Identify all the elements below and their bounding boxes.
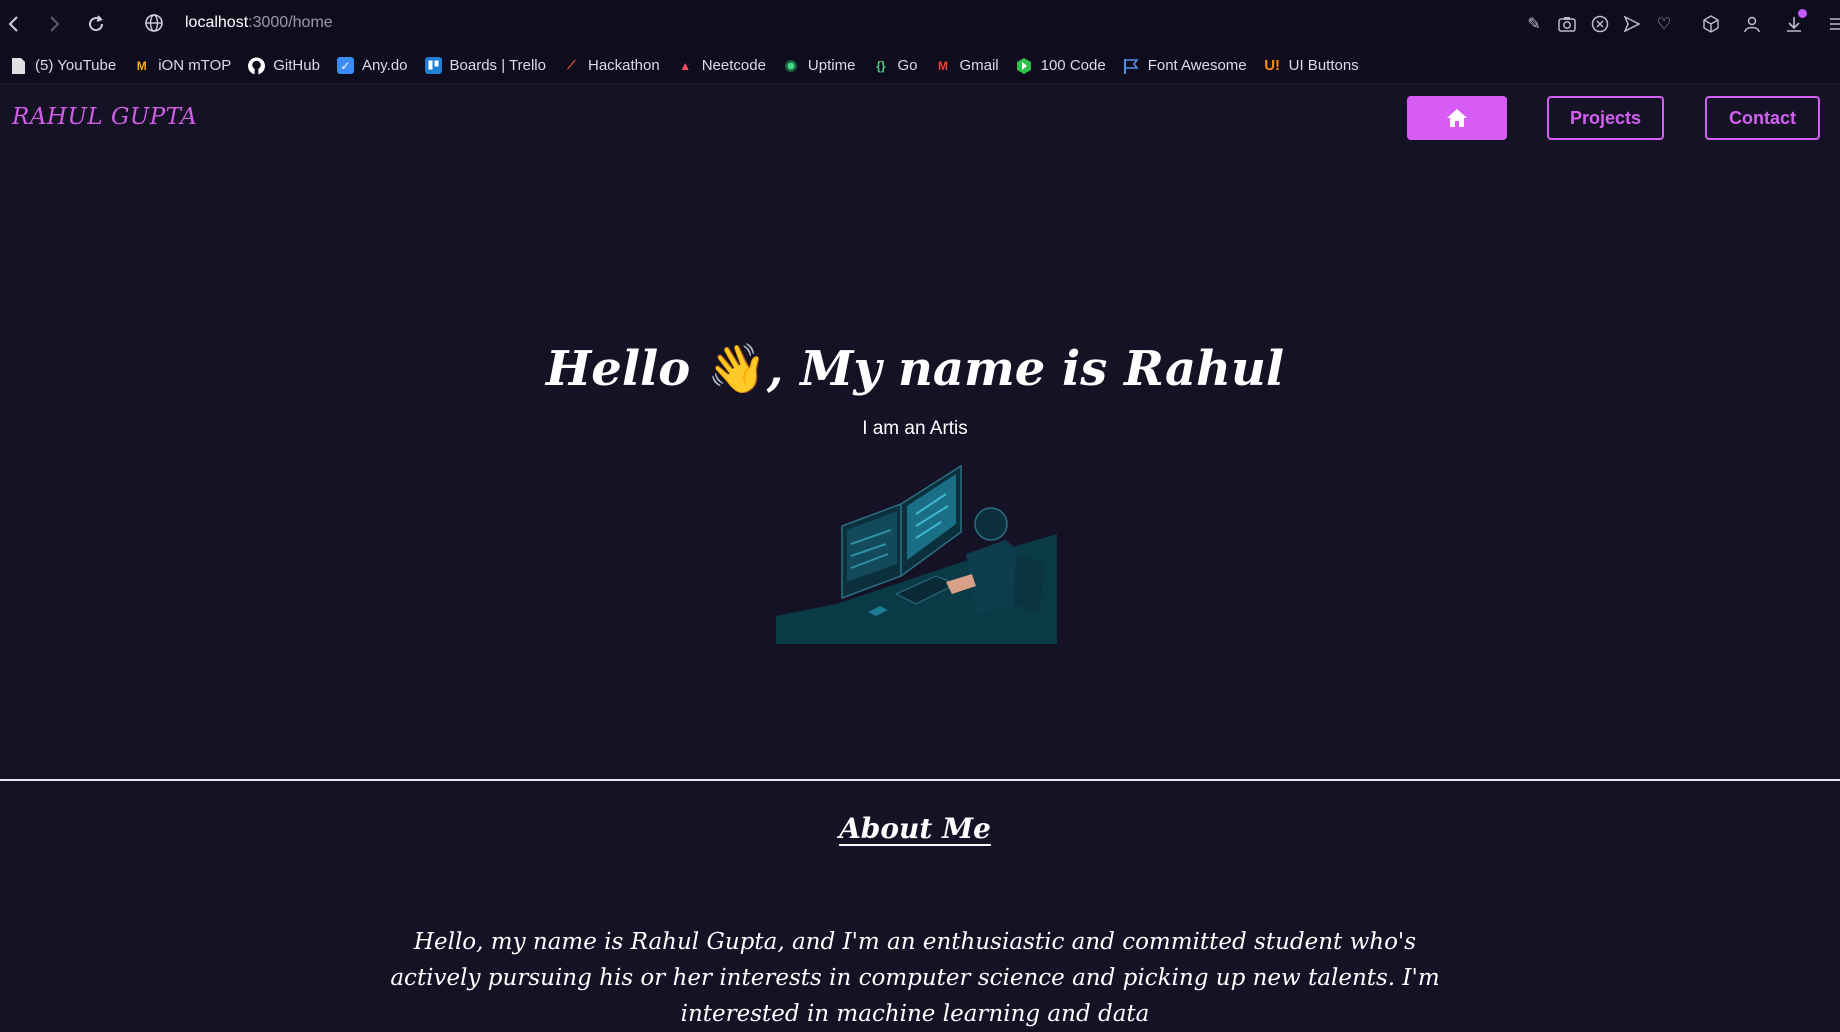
forward-button[interactable] — [42, 12, 66, 36]
home-button[interactable] — [1407, 96, 1507, 140]
browser-toolbar: localhost:3000/home ✎ ♡ — [0, 0, 1840, 48]
send-icon[interactable] — [1621, 13, 1643, 35]
url-path: :3000/home — [248, 14, 333, 31]
bookmarks-bar: (5) YouTube M iON mTOP GitHub ✓ Any.do B… — [0, 48, 1840, 84]
bookmark-label: Gmail — [959, 57, 999, 74]
cube-icon[interactable] — [1700, 13, 1722, 35]
about-title: About Me — [0, 812, 1830, 845]
hero-subtitle: I am an Artis — [862, 418, 968, 439]
download-badge — [1798, 9, 1807, 18]
bookmark-hackathon[interactable]: ⟋ Hackathon — [563, 57, 660, 74]
reload-button[interactable] — [84, 12, 108, 36]
hero-title-greeting: Hello — [545, 341, 708, 397]
bookmark-ion-mtop[interactable]: M iON mTOP — [133, 57, 232, 74]
bookmark-label: Uptime — [807, 57, 856, 74]
bookmark-label: 100 Code — [1040, 57, 1106, 74]
rocket-icon: ▲ — [679, 58, 692, 73]
about-title-text: About Me — [839, 812, 991, 845]
bookmark-label: GitHub — [273, 57, 320, 74]
camera-icon[interactable] — [1556, 13, 1578, 35]
site-logo[interactable]: RAHUL GUPTA — [12, 104, 197, 130]
bookmark-github[interactable]: GitHub — [248, 57, 320, 74]
bookmark-gmail[interactable]: M Gmail — [934, 57, 999, 74]
heart-icon[interactable]: ♡ — [1653, 13, 1675, 35]
bookmark-youtube[interactable]: (5) YouTube — [10, 57, 116, 74]
bookmark-label: Boards | Trello — [449, 57, 546, 74]
profile-icon[interactable] — [1741, 13, 1763, 35]
contact-button[interactable]: Contact — [1705, 96, 1820, 140]
uptime-icon — [783, 57, 800, 74]
home-icon — [1447, 109, 1467, 127]
bookmark-label: Font Awesome — [1147, 57, 1247, 74]
bookmark-100-code[interactable]: 100 Code — [1016, 57, 1106, 74]
bookmark-label: (5) YouTube — [35, 57, 117, 74]
flag-icon — [1123, 57, 1140, 74]
hero-title: Hello 👋, My name is Rahul — [0, 340, 1830, 397]
bookmark-label: Any.do — [361, 57, 408, 74]
bookmark-anydo[interactable]: ✓ Any.do — [336, 57, 408, 74]
menu-icon[interactable] — [1826, 13, 1840, 35]
developer-illustration — [776, 464, 1057, 644]
bookmark-ui-buttons[interactable]: U! UI Buttons — [1264, 57, 1359, 74]
ui-buttons-icon: U! — [1264, 57, 1281, 74]
chevron-left-icon — [8, 16, 18, 32]
page-icon — [10, 57, 27, 74]
close-circle-icon[interactable] — [1589, 13, 1611, 35]
chevron-right-icon — [50, 16, 60, 32]
github-icon — [248, 57, 266, 74]
projects-button[interactable]: Projects — [1547, 96, 1664, 140]
bookmark-neetcode[interactable]: ▲ Neetcode — [677, 57, 766, 74]
bookmark-label: Go — [897, 57, 918, 74]
bookmark-label: Hackathon — [587, 57, 660, 74]
bookmark-label: UI Buttons — [1288, 57, 1359, 74]
hackathon-icon: ⟋ — [567, 58, 576, 72]
section-divider — [0, 779, 1840, 781]
bookmark-font-awesome[interactable]: Font Awesome — [1123, 57, 1247, 74]
hero-title-name: , My name is Rahul — [766, 341, 1285, 397]
bookmark-label: iON mTOP — [158, 57, 232, 74]
wave-emoji: 👋 — [707, 341, 767, 397]
bookmark-go[interactable]: {} Go — [872, 57, 917, 74]
trello-icon — [424, 57, 442, 74]
hundred-code-icon — [1016, 57, 1033, 74]
url-host: localhost — [185, 14, 249, 31]
edit-icon[interactable]: ✎ — [1523, 13, 1545, 35]
address-bar[interactable]: localhost:3000/home — [185, 14, 333, 32]
globe-icon — [145, 14, 163, 32]
anydo-icon: ✓ — [336, 57, 354, 74]
bookmark-trello[interactable]: Boards | Trello — [424, 57, 546, 74]
reload-icon — [89, 15, 104, 32]
bookmark-uptime[interactable]: Uptime — [783, 57, 856, 74]
bookmark-label: Neetcode — [701, 57, 766, 74]
about-paragraph: Hello, my name is Rahul Gupta, and I'm a… — [390, 929, 1440, 1027]
back-button[interactable] — [2, 12, 26, 36]
gmail-icon: M — [937, 58, 948, 73]
ion-icon: M — [136, 58, 147, 73]
go-icon: {} — [876, 58, 886, 73]
